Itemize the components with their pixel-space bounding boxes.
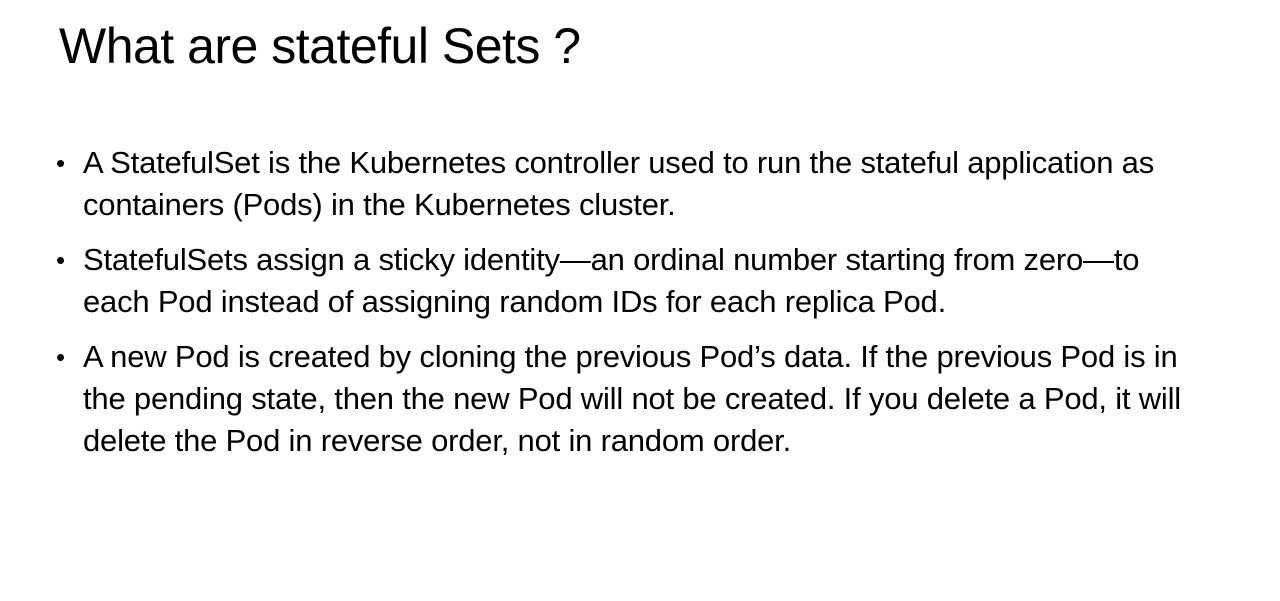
bullet-item: • A StatefulSet is the Kubernetes contro… xyxy=(56,142,1206,226)
slide-title: What are stateful Sets ? xyxy=(59,18,581,74)
bullet-item: • StatefulSets assign a sticky identity—… xyxy=(56,239,1206,323)
bullet-dot-icon: • xyxy=(56,148,65,178)
bullet-text: A new Pod is created by cloning the prev… xyxy=(83,339,1181,458)
bullet-dot-icon: • xyxy=(56,342,65,372)
bullet-list: • A StatefulSet is the Kubernetes contro… xyxy=(56,142,1206,475)
bullet-text: A StatefulSet is the Kubernetes controll… xyxy=(83,145,1154,222)
slide: What are stateful Sets ? • A StatefulSet… xyxy=(0,0,1280,601)
bullet-dot-icon: • xyxy=(56,245,65,275)
bullet-item: • A new Pod is created by cloning the pr… xyxy=(56,336,1206,462)
bullet-text: StatefulSets assign a sticky identity—an… xyxy=(83,242,1140,319)
